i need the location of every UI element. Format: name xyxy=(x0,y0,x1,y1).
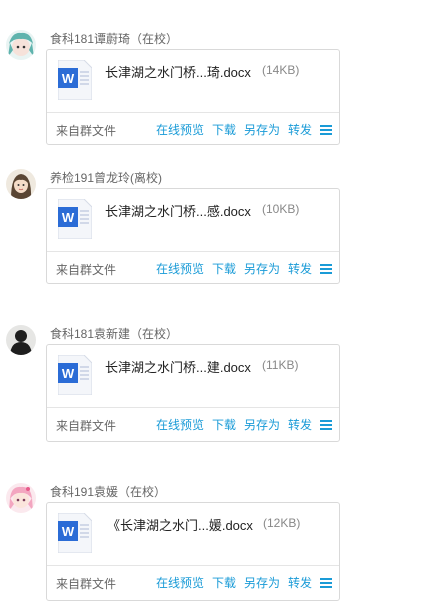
file-name[interactable]: 《长津湖之水门...媛.docx xyxy=(107,515,253,534)
avatar-dark-silhouette-icon[interactable] xyxy=(6,325,36,355)
file-card[interactable]: W 长津湖之水门桥...建.docx (11KB) 来自群文件 在线预览 下载 … xyxy=(46,344,340,442)
save-as-link[interactable]: 另存为 xyxy=(244,121,280,138)
svg-text:W: W xyxy=(62,366,75,381)
file-name[interactable]: 长津湖之水门桥...感.docx xyxy=(105,201,251,220)
save-as-link[interactable]: 另存为 xyxy=(244,260,280,277)
more-menu-icon[interactable] xyxy=(320,124,332,136)
sender-name: 食科191袁媛（在校） xyxy=(50,485,167,499)
more-menu-icon[interactable] xyxy=(320,263,332,275)
download-link[interactable]: 下载 xyxy=(212,416,236,433)
forward-link[interactable]: 转发 xyxy=(288,416,312,433)
save-as-link[interactable]: 另存为 xyxy=(244,574,280,591)
file-source: 来自群文件 xyxy=(56,577,117,591)
download-link[interactable]: 下载 xyxy=(212,260,236,277)
word-doc-icon: W xyxy=(58,513,92,553)
save-as-link[interactable]: 另存为 xyxy=(244,416,280,433)
file-size: (12KB) xyxy=(263,516,301,530)
word-doc-icon: W xyxy=(58,199,92,239)
word-doc-icon: W xyxy=(58,60,92,100)
file-card[interactable]: W 长津湖之水门桥...琦.docx (14KB) 来自群文件 在线预览 下载 … xyxy=(46,49,340,145)
svg-text:W: W xyxy=(62,210,75,225)
file-card[interactable]: W 长津湖之水门桥...感.docx (10KB) 来自群文件 在线预览 下载 … xyxy=(46,188,340,284)
forward-link[interactable]: 转发 xyxy=(288,574,312,591)
file-size: (10KB) xyxy=(262,202,300,216)
word-doc-icon: W xyxy=(58,355,92,395)
preview-online-link[interactable]: 在线预览 xyxy=(156,574,204,591)
forward-link[interactable]: 转发 xyxy=(288,121,312,138)
avatar-anime-teal-icon[interactable] xyxy=(6,30,36,60)
file-card[interactable]: W 《长津湖之水门...媛.docx (12KB) 来自群文件 在线预览 下载 … xyxy=(46,502,340,601)
file-source: 来自群文件 xyxy=(56,263,117,277)
file-size: (14KB) xyxy=(262,63,300,77)
file-name[interactable]: 长津湖之水门桥...建.docx xyxy=(105,357,251,376)
file-size: (11KB) xyxy=(262,358,299,372)
download-link[interactable]: 下载 xyxy=(212,574,236,591)
download-link[interactable]: 下载 xyxy=(212,121,236,138)
sender-name: 养检191曾龙玲(离校) xyxy=(50,171,163,185)
file-name[interactable]: 长津湖之水门桥...琦.docx xyxy=(105,62,251,81)
sender-name: 食科181谭蔚琦（在校） xyxy=(50,32,179,46)
avatar-girl-illustration-icon[interactable] xyxy=(6,169,36,199)
file-source: 来自群文件 xyxy=(56,124,117,138)
file-source: 来自群文件 xyxy=(56,419,117,433)
avatar-anime-pink-icon[interactable] xyxy=(6,483,36,513)
sender-name: 食科181袁新建（在校） xyxy=(50,327,179,341)
more-menu-icon[interactable] xyxy=(320,577,332,589)
svg-text:W: W xyxy=(62,524,75,539)
preview-online-link[interactable]: 在线预览 xyxy=(156,416,204,433)
preview-online-link[interactable]: 在线预览 xyxy=(156,121,204,138)
svg-text:W: W xyxy=(62,71,75,86)
more-menu-icon[interactable] xyxy=(320,419,332,431)
forward-link[interactable]: 转发 xyxy=(288,260,312,277)
preview-online-link[interactable]: 在线预览 xyxy=(156,260,204,277)
